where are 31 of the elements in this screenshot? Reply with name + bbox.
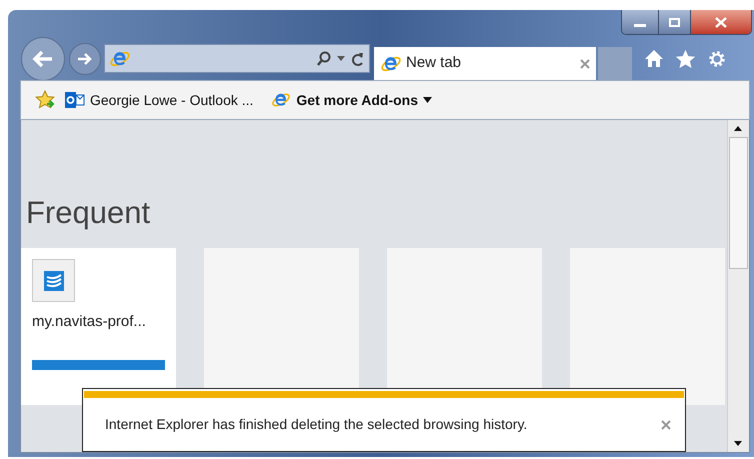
dropdown-caret-icon bbox=[423, 97, 432, 103]
maximize-button[interactable] bbox=[659, 10, 691, 34]
dropdown-caret-icon[interactable] bbox=[337, 56, 345, 61]
close-button[interactable] bbox=[691, 10, 751, 34]
home-icon[interactable] bbox=[644, 49, 664, 68]
back-arrow-icon bbox=[32, 50, 54, 68]
scroll-thumb[interactable] bbox=[729, 137, 748, 269]
site-logo-icon bbox=[32, 259, 75, 302]
forward-button[interactable] bbox=[69, 42, 101, 74]
close-tab-icon[interactable] bbox=[580, 58, 590, 68]
close-icon[interactable] bbox=[661, 420, 671, 430]
add-favorite-star-icon[interactable] bbox=[35, 90, 57, 110]
minimize-button[interactable] bbox=[622, 10, 659, 34]
browser-tab[interactable]: New tab bbox=[374, 47, 596, 80]
search-icon[interactable] bbox=[316, 50, 332, 66]
site-tile[interactable]: my.navitas-prof... bbox=[21, 248, 176, 405]
settings-icon[interactable] bbox=[707, 48, 727, 68]
forward-arrow-icon bbox=[77, 52, 93, 66]
notification-message: Internet Explorer has finished deleting the selected browsing history. bbox=[105, 415, 528, 434]
star-icon[interactable] bbox=[675, 48, 696, 68]
mail-app-icon bbox=[65, 92, 85, 108]
refresh-icon[interactable] bbox=[351, 50, 365, 66]
address-bar[interactable] bbox=[104, 44, 370, 73]
favorite-link[interactable]: Georgie Lowe - Outlook ... bbox=[65, 90, 254, 110]
back-button[interactable] bbox=[21, 36, 65, 80]
close-icon bbox=[715, 16, 727, 28]
scrollbar[interactable] bbox=[727, 120, 749, 452]
page-heading: Frequent bbox=[26, 194, 152, 232]
site-title: my.navitas-prof... bbox=[32, 312, 147, 332]
favorite-link[interactable]: Get more Add-ons bbox=[271, 90, 432, 110]
tab-title: New tab bbox=[406, 53, 462, 74]
